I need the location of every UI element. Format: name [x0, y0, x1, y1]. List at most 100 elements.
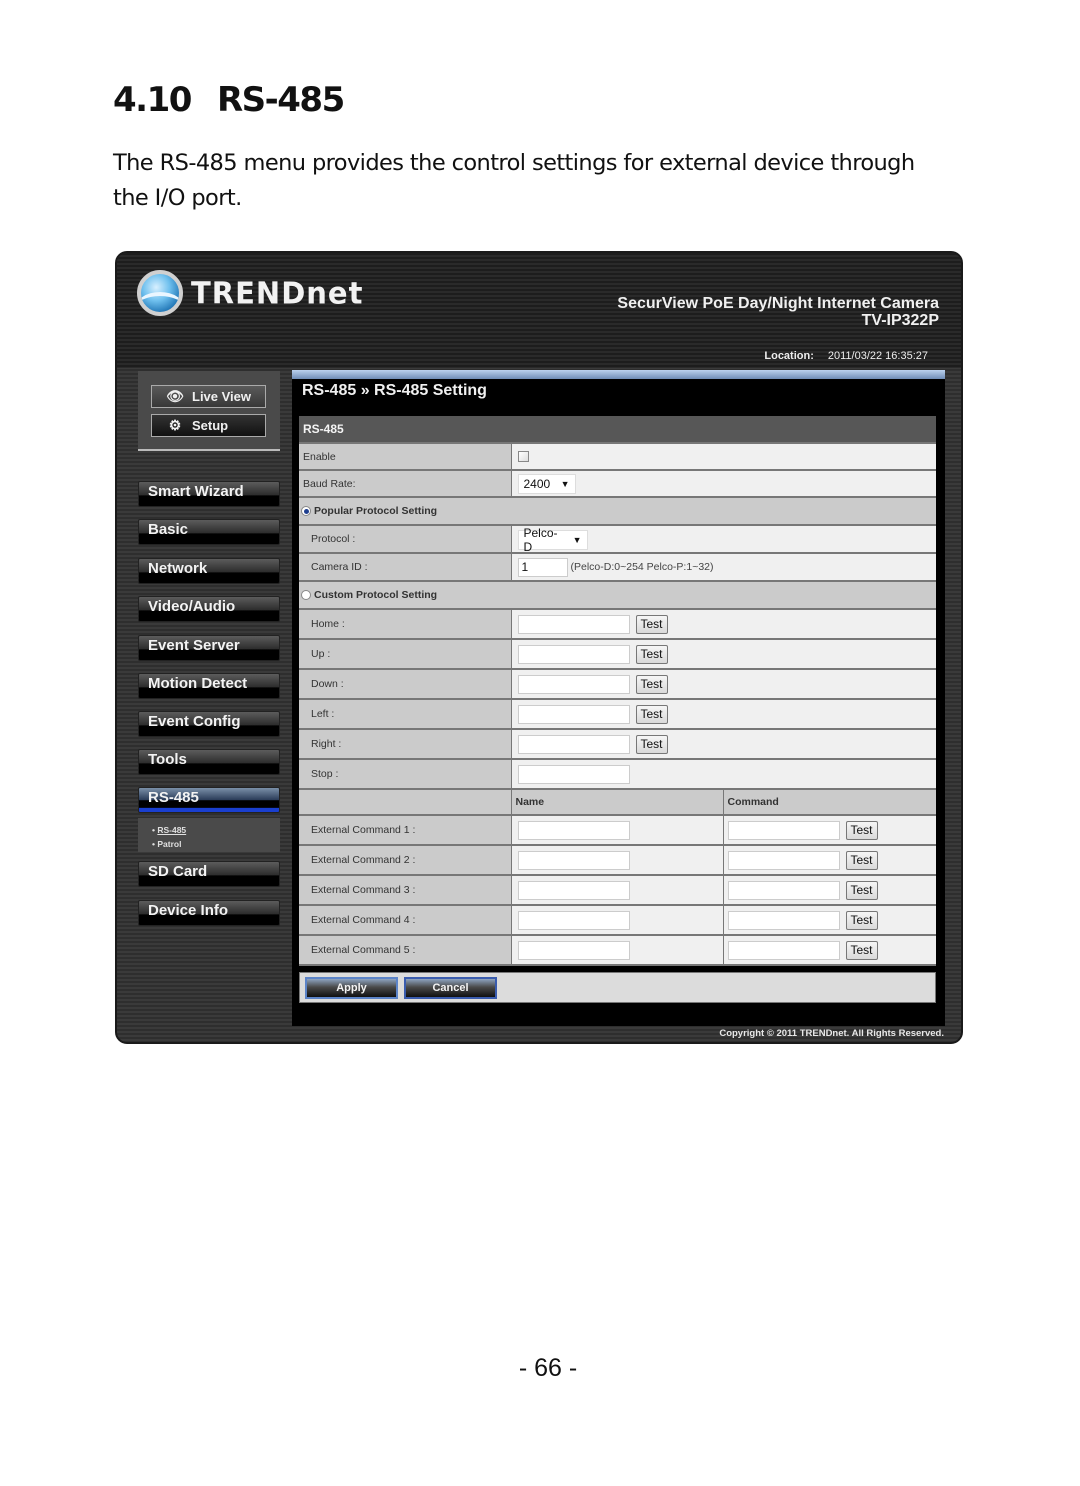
product-title: SecurView PoE Day/Night Internet Camera … — [617, 295, 939, 329]
nav-sd-card[interactable]: SD Card — [138, 861, 280, 887]
nav-rs485[interactable]: RS-485 — [138, 787, 280, 813]
external-command-test-button[interactable]: Test — [845, 910, 878, 930]
rs485-settings-table: RS-485 Enable Baud Rate: 2400 ▼ Popular P… — [299, 416, 936, 966]
external-command-test-button[interactable]: Test — [845, 940, 878, 960]
external-command-label: External Command 3 : — [299, 875, 512, 906]
section-number: 4.10 — [113, 80, 192, 120]
external-command-name-input[interactable] — [517, 850, 630, 870]
breadcrumb: RS-485 » RS-485 Setting — [302, 382, 487, 399]
external-command-row: External Command 3 : Test — [299, 875, 936, 906]
popular-protocol-option[interactable]: Popular Protocol Setting — [299, 497, 936, 526]
external-command-test-button[interactable]: Test — [845, 820, 878, 840]
apply-button[interactable]: Apply — [305, 977, 398, 999]
nav-event-config[interactable]: Event Config — [138, 711, 280, 737]
external-command-label: External Command 2 : — [299, 845, 512, 876]
down-command-input[interactable] — [517, 674, 630, 694]
up-test-button[interactable]: Test — [635, 644, 668, 664]
setup-button[interactable]: ⚙ Setup — [151, 414, 266, 437]
ui-header: TRENDnet SecurView PoE Day/Night Interne… — [117, 253, 961, 368]
external-command-value-input[interactable] — [727, 820, 840, 840]
home-command-input[interactable] — [517, 614, 630, 634]
chevron-down-icon: ▼ — [572, 535, 582, 545]
cancel-button[interactable]: Cancel — [404, 977, 497, 999]
section-heading: 4.10 RS-485 — [113, 80, 345, 120]
external-command-test-button[interactable]: Test — [845, 880, 878, 900]
baud-rate-label: Baud Rate: — [299, 470, 512, 498]
external-command-value-input[interactable] — [727, 880, 840, 900]
right-test-button[interactable]: Test — [635, 734, 668, 754]
custom-protocol-radio[interactable] — [301, 590, 311, 601]
subnav-item-patrol[interactable]: • Patrol — [152, 837, 280, 851]
external-command-value-input[interactable] — [727, 850, 840, 870]
left-label: Left : — [299, 699, 512, 730]
enable-label: Enable — [299, 443, 512, 471]
brand-logo: TRENDnet — [137, 270, 363, 316]
baud-rate-select[interactable]: 2400 ▼ — [517, 473, 576, 494]
external-command-name-input[interactable] — [517, 910, 630, 930]
external-command-test-button[interactable]: Test — [845, 850, 878, 870]
protocol-select[interactable]: Pelco-D ▼ — [517, 526, 588, 554]
intro-paragraph: The RS-485 menu provides the control set… — [113, 150, 915, 211]
up-command-input[interactable] — [517, 644, 630, 664]
home-test-button[interactable]: Test — [635, 614, 668, 634]
external-command-name-input[interactable] — [517, 820, 630, 840]
subnav-item-rs485[interactable]: • RS-485 — [152, 823, 280, 837]
external-command-value-input[interactable] — [727, 940, 840, 960]
external-command-row: External Command 4 : Test — [299, 905, 936, 936]
camera-id-input[interactable]: 1 — [517, 557, 568, 577]
nav-basic[interactable]: Basic — [138, 519, 280, 545]
stop-command-input[interactable] — [517, 764, 630, 784]
external-command-row: External Command 1 : Test — [299, 815, 936, 846]
camera-id-hint: (Pelco-D:0~254 Pelco-P:1~32) — [570, 560, 714, 573]
location-readout: Location: 2011/03/22 16:35:27 — [764, 350, 928, 362]
command-column-header: Command — [722, 789, 936, 816]
right-command-input[interactable] — [517, 734, 630, 754]
product-name: SecurView PoE Day/Night Internet Camera — [617, 295, 939, 312]
external-command-row: External Command 5 : Test — [299, 935, 936, 966]
page-number: - 66 - — [518, 1354, 578, 1382]
down-label: Down : — [299, 669, 512, 700]
protocol-label: Protocol : — [299, 525, 512, 554]
chevron-down-icon: ▼ — [560, 478, 570, 489]
external-command-label: External Command 5 : — [299, 935, 512, 966]
copyright: Copyright © 2011 TRENDnet. All Rights Re… — [719, 1028, 944, 1039]
up-label: Up : — [299, 639, 512, 670]
timestamp: 2011/03/22 16:35:27 — [827, 350, 928, 362]
brand-name: TRENDnet — [191, 275, 364, 311]
eye-icon: 👁 — [166, 388, 184, 404]
nav-event-server[interactable]: Event Server — [138, 635, 280, 661]
product-model: TV-IP322P — [861, 312, 939, 329]
stop-label: Stop : — [299, 759, 512, 790]
live-view-button[interactable]: 👁 Live View — [151, 385, 266, 408]
home-label: Home : — [299, 609, 512, 640]
rs485-subnav: • RS-485 • Patrol — [138, 818, 280, 852]
external-command-name-input[interactable] — [517, 880, 630, 900]
enable-checkbox[interactable] — [517, 451, 529, 463]
nav-video-audio[interactable]: Video/Audio — [138, 596, 280, 622]
gears-icon: ⚙ — [168, 417, 182, 433]
nav-motion-detect[interactable]: Motion Detect — [138, 673, 280, 699]
left-test-button[interactable]: Test — [635, 704, 668, 724]
section-header: RS-485 — [299, 416, 936, 444]
popular-protocol-radio[interactable] — [301, 506, 311, 517]
custom-protocol-option[interactable]: Custom Protocol Setting — [299, 581, 936, 610]
nav-device-info[interactable]: Device Info — [138, 900, 280, 926]
view-mode-box: 👁 Live View ⚙ Setup — [138, 371, 280, 451]
action-bar: Apply Cancel — [299, 972, 936, 1003]
down-test-button[interactable]: Test — [635, 674, 668, 694]
trendnet-globe-icon — [137, 270, 183, 316]
external-command-label: External Command 1 : — [299, 815, 512, 846]
name-column-header: Name — [511, 789, 723, 816]
content-top-bar — [292, 370, 945, 379]
location-label: Location: — [764, 350, 814, 362]
nav-network[interactable]: Network — [138, 558, 280, 584]
external-command-name-input[interactable] — [517, 940, 630, 960]
camera-id-label: Camera ID : — [299, 553, 512, 582]
live-view-label: Live View — [192, 389, 252, 404]
nav-tools[interactable]: Tools — [138, 749, 280, 775]
left-command-input[interactable] — [517, 704, 630, 724]
external-command-value-input[interactable] — [727, 910, 840, 930]
camera-web-ui-screenshot: TRENDnet SecurView PoE Day/Night Interne… — [115, 251, 963, 1044]
nav-smart-wizard[interactable]: Smart Wizard — [138, 481, 280, 507]
section-title: RS-485 — [217, 80, 345, 120]
